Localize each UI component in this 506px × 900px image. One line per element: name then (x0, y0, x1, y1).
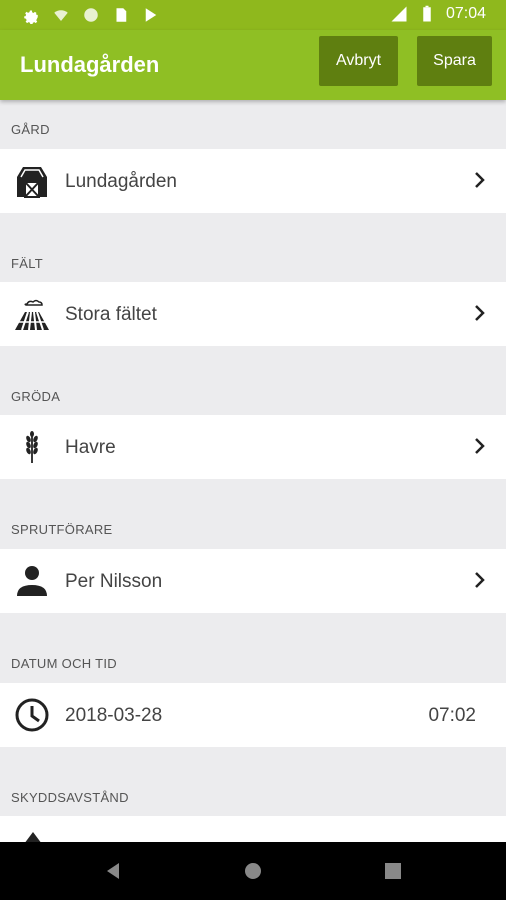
operator-value: Per Nilsson (65, 571, 163, 592)
farm-row[interactable]: Lundagården (0, 149, 506, 213)
wheat-icon (26, 431, 38, 463)
field-value: Stora fältet (65, 304, 157, 325)
crop-value: Havre (65, 437, 116, 458)
crop-row[interactable]: Havre (0, 415, 506, 479)
navigation-bar (0, 842, 506, 900)
farm-value: Lundagården (65, 171, 177, 192)
section-label-field: FÄLT (11, 256, 44, 271)
play-store-icon (145, 8, 157, 22)
chevron-right-icon (475, 172, 485, 188)
back-icon[interactable] (104, 862, 122, 880)
circle-icon (84, 8, 98, 22)
page-title: Lundagården (20, 52, 160, 77)
clock-icon (15, 698, 49, 732)
chevron-right-icon (475, 572, 485, 588)
settings-gear-icon (24, 10, 38, 24)
time-value[interactable]: 07:02 (428, 705, 476, 727)
save-button[interactable]: Spara (417, 36, 492, 86)
recents-icon[interactable] (385, 863, 401, 879)
section-label-datetime: DATUM OCH TID (11, 656, 117, 671)
wifi-question-icon (54, 10, 68, 21)
field-row[interactable]: Stora fältet (0, 282, 506, 346)
barn-icon (17, 167, 47, 198)
section-label-operator: SPRUTFÖRARE (11, 522, 113, 537)
sim-card-icon (116, 8, 127, 22)
section-label-buffer-zone: SKYDDSAVSTÅND (11, 790, 129, 805)
section-label-farm: GÅRD (11, 122, 50, 137)
lte-signal-icon (391, 6, 407, 22)
cancel-button[interactable]: Avbryt (319, 36, 398, 86)
datetime-row[interactable]: 2018-03-28 07:02 (0, 683, 506, 747)
chevron-right-icon (475, 438, 485, 454)
battery-icon (423, 5, 431, 22)
operator-row[interactable]: Per Nilsson (0, 549, 506, 613)
status-time: 07:04 (445, 5, 486, 22)
person-icon (17, 566, 47, 596)
field-icon (15, 299, 49, 331)
section-label-crop: GRÖDA (11, 389, 61, 404)
date-value[interactable]: 2018-03-28 (65, 705, 162, 727)
app-bar: Lundagården Avbryt Spara (0, 30, 506, 100)
chevron-right-icon (475, 305, 485, 321)
status-bar: 07:04 (0, 0, 506, 30)
home-icon[interactable] (244, 862, 262, 880)
